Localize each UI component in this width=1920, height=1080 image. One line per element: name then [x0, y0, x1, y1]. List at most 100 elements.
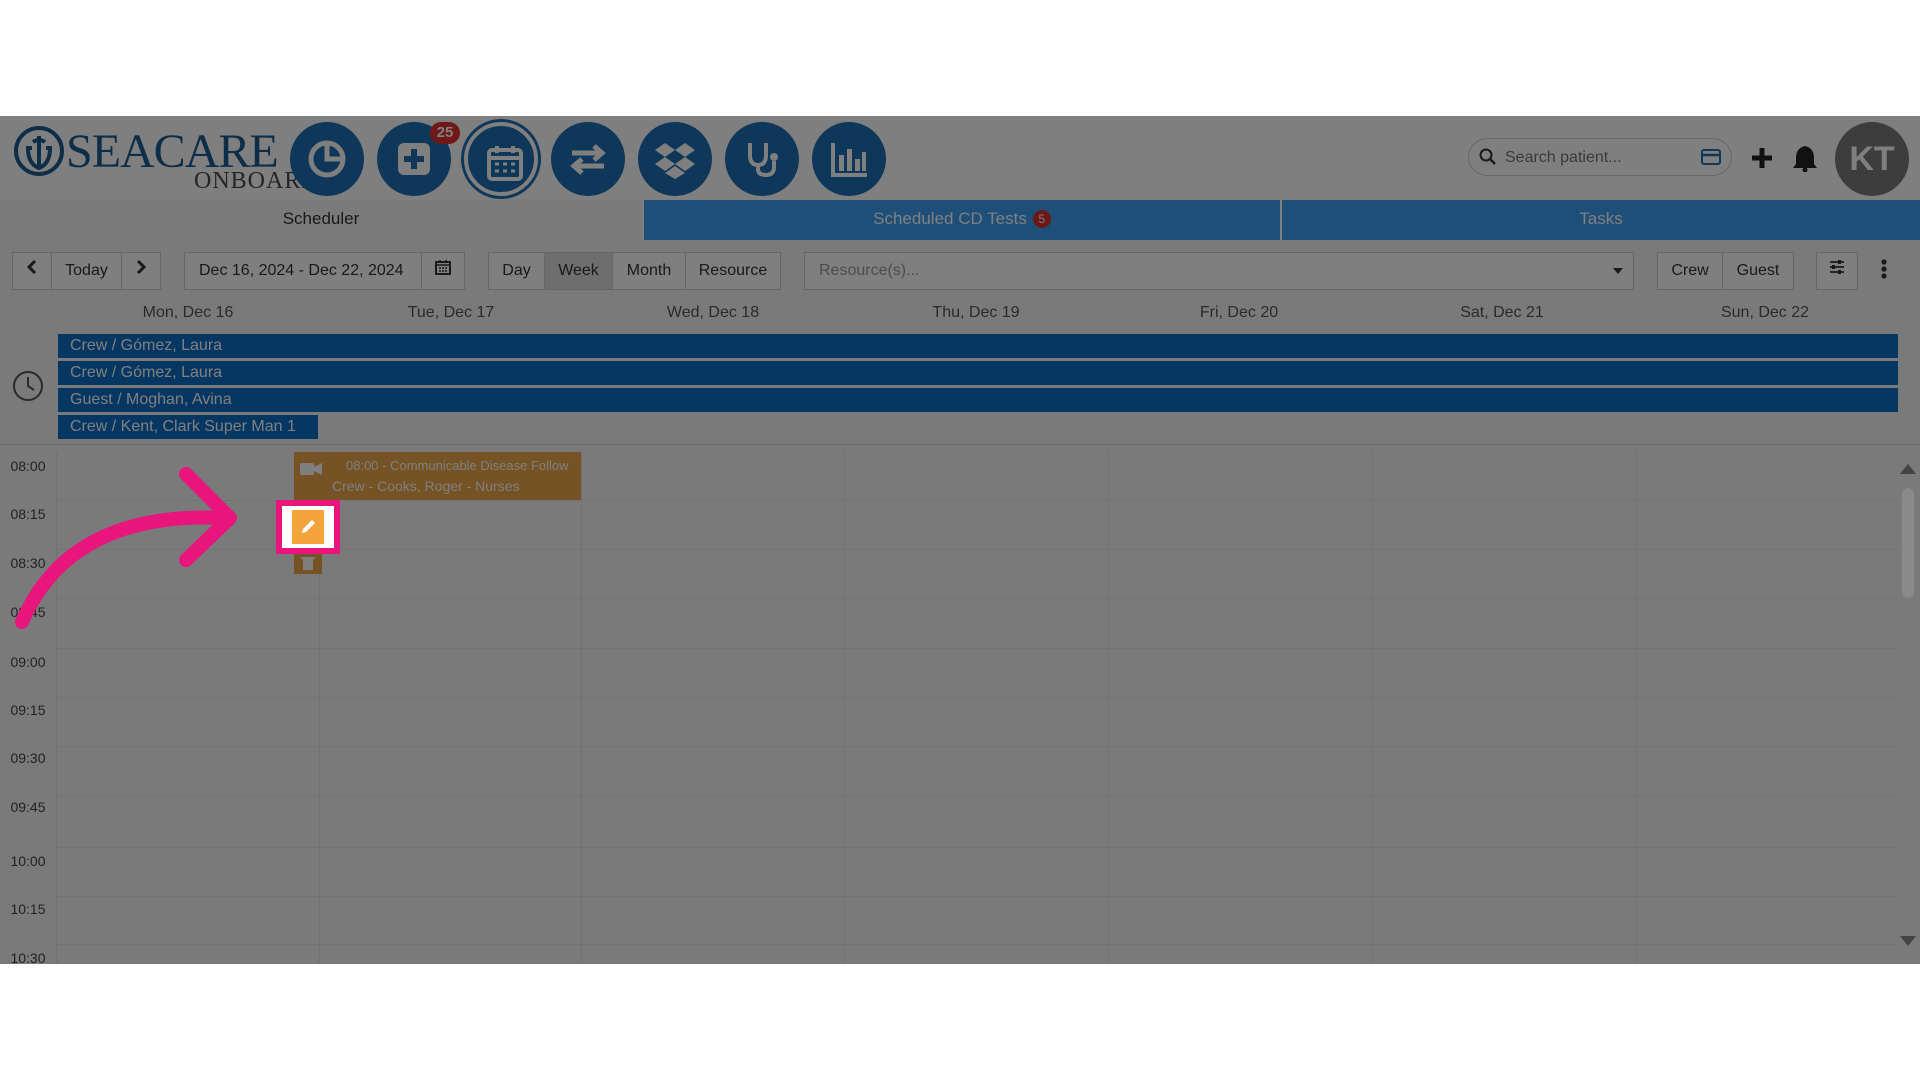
time-label: 09:30: [10, 750, 46, 766]
grid-line: [56, 697, 1898, 698]
scroll-down-arrow-icon[interactable]: [1900, 936, 1916, 946]
allday-event[interactable]: Crew / Gómez, Laura: [58, 334, 1898, 358]
pointer-arrow-annotation: [15, 467, 237, 629]
date-range-field[interactable]: Dec 16, 2024 - Dec 22, 2024: [184, 252, 422, 290]
sliders-icon: [1830, 260, 1844, 274]
video-camera-icon: [300, 463, 322, 475]
grid-line: [56, 896, 1898, 897]
stethoscope-icon: [748, 143, 778, 178]
notification-badge: 25: [430, 122, 460, 144]
calendar-small-icon: [435, 260, 451, 275]
avatar[interactable]: KT: [1835, 122, 1909, 196]
day-headers: Mon, Dec 16 Tue, Dec 17 Wed, Dec 18 Thu,…: [0, 296, 1920, 326]
day-header: Thu, Dec 19: [932, 304, 1020, 321]
tab-cd-tests-label: Scheduled CD Tests: [873, 209, 1027, 228]
scheduler-tabs: Scheduler Scheduled CD Tests 5 Tasks: [0, 200, 1920, 240]
bell-icon[interactable]: [1792, 144, 1818, 172]
nav-medical-button[interactable]: [725, 122, 799, 196]
nav-transfers-button[interactable]: [551, 122, 625, 196]
scroll-up-arrow-icon[interactable]: [1900, 464, 1916, 474]
more-options-button[interactable]: [1880, 258, 1900, 286]
event-title: 08:00 - Communicable Disease Follow: [346, 458, 569, 473]
calendar-icon: [487, 146, 523, 181]
allday-event[interactable]: Crew / Gómez, Laura: [58, 361, 1898, 385]
event-subtitle: Crew - Cooks, Roger - Nurses: [332, 478, 520, 494]
grid-line: [56, 648, 1898, 649]
time-label: 10:15: [10, 901, 46, 917]
grid-column-line: [1372, 452, 1373, 964]
today-button[interactable]: Today: [51, 252, 122, 290]
crew-filter-button[interactable]: Crew: [1657, 252, 1723, 290]
settings-sliders-button[interactable]: [1816, 252, 1858, 290]
appointment-event[interactable]: 08:00 - Communicable Disease Follow Crew…: [294, 452, 581, 500]
tab-tasks-label: Tasks: [1579, 209, 1623, 228]
day-header: Tue, Dec 17: [407, 304, 495, 321]
resource-placeholder: Resource(s)...: [819, 262, 920, 279]
day-header: Mon, Dec 16: [142, 304, 234, 321]
tab-scheduled-cd-tests[interactable]: Scheduled CD Tests 5: [642, 200, 1280, 240]
nav-inventory-button[interactable]: [638, 122, 712, 196]
search-icon: [1479, 148, 1496, 165]
chevron-left-icon: [26, 259, 37, 275]
patient-search[interactable]: [1468, 138, 1732, 176]
all-day-events: Crew / Gómez, Laura Crew / Gómez, Laura …: [0, 334, 1920, 445]
guest-filter-button[interactable]: Guest: [1722, 252, 1794, 290]
anchor-icon: [14, 126, 64, 176]
view-month-button[interactable]: Month: [612, 252, 686, 290]
grid-column-line: [581, 452, 582, 964]
scheduler-toolbar: Today Dec 16, 2024 - Dec 22, 2024 Day We…: [0, 240, 1920, 296]
allday-event[interactable]: Guest / Moghan, Avina: [58, 388, 1898, 412]
view-day-button[interactable]: Day: [488, 252, 545, 290]
next-week-button[interactable]: [121, 252, 161, 290]
id-card-icon[interactable]: [1701, 149, 1721, 165]
pie-chart-icon: [308, 140, 346, 178]
cd-tests-count-badge: 5: [1032, 210, 1051, 228]
nav-scheduler-button[interactable]: [464, 122, 538, 196]
prev-week-button[interactable]: [12, 252, 52, 290]
dropbox-icon: [655, 143, 695, 179]
grid-column-line: [844, 452, 845, 964]
grid-line: [56, 598, 1898, 599]
top-navigation-bar: SEACARE ONBOARD 25 Search patient... KT: [0, 116, 1920, 203]
plus-icon[interactable]: [1750, 146, 1774, 170]
edit-button-fill: [292, 510, 324, 544]
date-picker-button[interactable]: [421, 252, 465, 290]
chevron-right-icon: [136, 259, 147, 275]
day-header: Sun, Dec 22: [1720, 304, 1810, 321]
pencil-icon: [302, 520, 315, 533]
day-header: Sat, Dec 21: [1460, 304, 1544, 321]
grid-line: [56, 944, 1898, 945]
grid-column-line: [1108, 452, 1109, 964]
grid-column-line: [1636, 452, 1637, 964]
scrollbar-thumb[interactable]: [1902, 488, 1914, 598]
time-label: 09:15: [10, 702, 46, 718]
bar-chart-icon: [831, 143, 867, 177]
clock-icon: [13, 371, 43, 401]
resource-select[interactable]: Resource(s)...: [804, 252, 1634, 290]
view-resource-button[interactable]: Resource: [685, 252, 781, 290]
plus-square-icon: [398, 143, 430, 175]
exchange-icon: [570, 144, 606, 175]
time-label: 10:30: [10, 950, 46, 964]
kebab-menu-icon: [1881, 259, 1887, 279]
day-header: Wed, Dec 18: [666, 304, 760, 321]
edit-event-button[interactable]: [276, 500, 340, 554]
day-header: Fri, Dec 20: [1199, 304, 1279, 321]
grid-line: [56, 746, 1898, 747]
search-input[interactable]: [1503, 146, 1697, 170]
grid-line: [56, 847, 1898, 848]
grid-line: [56, 795, 1898, 796]
time-label: 09:45: [10, 799, 46, 815]
caret-down-icon: [1613, 268, 1623, 274]
time-label: 09:00: [10, 654, 46, 670]
nav-reports-button[interactable]: [812, 122, 886, 196]
tab-scheduler-label: Scheduler: [282, 209, 360, 228]
tab-tasks[interactable]: Tasks: [1280, 200, 1920, 240]
nav-dashboard-button[interactable]: [290, 122, 364, 196]
seacare-logo[interactable]: SEACARE ONBOARD: [14, 124, 319, 194]
tab-scheduler[interactable]: Scheduler: [0, 200, 642, 240]
view-week-button[interactable]: Week: [544, 252, 613, 290]
allday-event[interactable]: Crew / Kent, Clark Super Man 1: [58, 415, 318, 439]
time-label: 10:00: [10, 853, 46, 869]
trash-icon[interactable]: [301, 556, 315, 570]
